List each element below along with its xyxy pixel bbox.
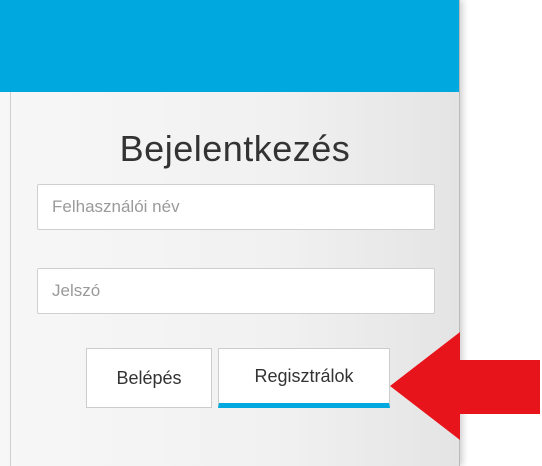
login-title: Bejelentkezés (119, 128, 351, 169)
panel-divider (10, 92, 11, 466)
login-button[interactable]: Belépés (86, 348, 212, 408)
username-input[interactable] (37, 184, 435, 230)
arrow-left-icon (390, 332, 540, 440)
password-input[interactable] (37, 268, 435, 314)
header-bar (0, 0, 459, 92)
register-button[interactable]: Regisztrálok (218, 348, 390, 408)
